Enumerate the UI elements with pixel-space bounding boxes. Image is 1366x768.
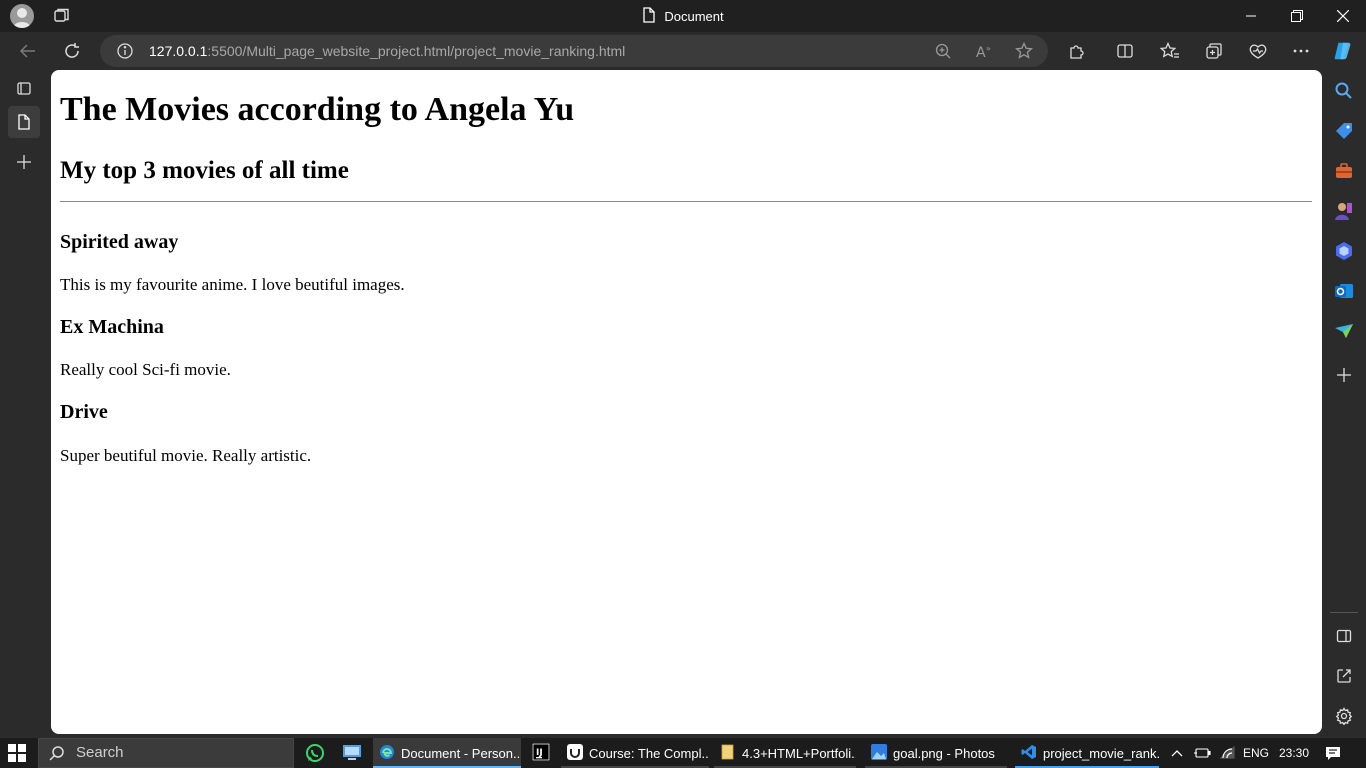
open-external-icon[interactable] <box>1332 664 1356 688</box>
movie-title: Spirited away <box>60 231 179 253</box>
movie-description: Really cool Sci-fi movie. <box>60 360 231 379</box>
taskbar-item-intellij[interactable]: IJ <box>528 738 554 768</box>
edge-icon <box>379 744 395 763</box>
vscode-icon <box>1021 744 1037 763</box>
collections-icon[interactable] <box>1203 40 1225 62</box>
split-screen-icon[interactable] <box>1114 40 1136 62</box>
edge-sidebar <box>1322 70 1366 738</box>
windows-start-icon[interactable] <box>8 744 26 762</box>
show-hidden-icons-chevron-icon[interactable] <box>1171 738 1183 768</box>
movie-title: Drive <box>60 401 108 423</box>
web-page-content: The Movies according to Angela Yu My top… <box>51 70 1322 734</box>
battery-icon[interactable] <box>1193 738 1211 768</box>
udemy-icon <box>567 743 583 763</box>
address-bar-row: 127.0.0.1:5500/Multi_page_website_projec… <box>0 32 1366 70</box>
close-button[interactable] <box>1320 0 1366 32</box>
taskbar-item-udemy[interactable]: Course: The Compl... <box>561 738 709 768</box>
movie-title: Ex Machina <box>60 316 164 338</box>
add-sidebar-app-icon[interactable] <box>1332 363 1356 387</box>
window-title: Document <box>664 8 724 24</box>
site-info-icon[interactable] <box>116 42 134 64</box>
clock-time[interactable]: 23:30 <box>1279 738 1309 768</box>
taskbar-item-vscode[interactable]: project_movie_rank... <box>1015 738 1159 768</box>
intellij-icon: IJ <box>532 742 550 764</box>
notifications-icon[interactable] <box>1325 738 1341 768</box>
language-indicator[interactable]: ENG <box>1243 738 1269 768</box>
read-aloud-icon[interactable]: A» <box>974 41 994 61</box>
restore-button[interactable] <box>1274 0 1320 32</box>
url-host: 127.0.0.1 <box>149 43 208 59</box>
whatsapp-icon[interactable] <box>305 738 325 768</box>
url-bar[interactable]: 127.0.0.1:5500/Multi_page_website_projec… <box>100 35 1048 67</box>
wifi-icon[interactable] <box>1220 738 1236 768</box>
tools-icon[interactable] <box>1332 159 1356 183</box>
games-icon[interactable] <box>1332 199 1356 223</box>
copilot-icon[interactable] <box>1332 40 1354 62</box>
zoom-icon[interactable] <box>933 41 953 61</box>
url-path: :5500/Multi_page_website_project.html/pr… <box>207 43 626 59</box>
taskbar: Search Document - Person... IJ Course: T… <box>0 738 1366 768</box>
copilot-sidebar-icon[interactable] <box>1332 239 1356 263</box>
vertical-tabs-sidebar <box>0 70 48 738</box>
title-bar: Document <box>0 0 1366 32</box>
taskbar-item-folder[interactable]: 4.3+HTML+Portfoli... <box>714 738 856 768</box>
svg-text:»: » <box>986 44 991 53</box>
divider <box>60 201 1312 202</box>
movie-description: This is my favourite anime. I love beuti… <box>60 275 405 294</box>
search-icon <box>49 745 65 766</box>
favorites-icon[interactable] <box>1159 40 1181 62</box>
tab-document[interactable] <box>8 106 40 138</box>
shopping-tag-icon[interactable] <box>1332 119 1356 143</box>
hide-sidebar-icon[interactable] <box>1332 624 1356 648</box>
page-subtitle: My top 3 movies of all time <box>60 157 349 184</box>
more-options-icon[interactable] <box>1290 40 1312 62</box>
refresh-button[interactable] <box>57 36 87 66</box>
photos-icon <box>871 743 887 763</box>
settings-gear-icon[interactable] <box>1332 704 1356 728</box>
taskbar-item-edge[interactable]: Document - Person... <box>373 738 521 768</box>
page-title: The Movies according to Angela Yu <box>60 91 575 128</box>
taskbar-item-label: 4.3+HTML+Portfoli... <box>742 745 856 761</box>
svg-text:IJ: IJ <box>536 748 543 758</box>
remote-desktop-icon[interactable] <box>342 738 362 768</box>
taskbar-item-label: Course: The Compl... <box>589 745 709 761</box>
tab-actions-icon[interactable] <box>8 72 40 104</box>
outlook-icon[interactable] <box>1332 279 1356 303</box>
new-tab-icon[interactable] <box>8 146 40 178</box>
minimize-button[interactable] <box>1228 0 1274 32</box>
favorite-star-icon[interactable] <box>1014 41 1034 61</box>
document-icon <box>642 6 656 26</box>
taskbar-item-label: Document - Person... <box>401 745 521 761</box>
svg-text:A: A <box>976 45 986 60</box>
url-text[interactable]: 127.0.0.1:5500/Multi_page_website_projec… <box>149 35 625 67</box>
performance-icon[interactable] <box>1247 40 1269 62</box>
taskbar-item-label: project_movie_rank... <box>1043 745 1159 761</box>
search-label: Search <box>76 744 124 761</box>
drop-icon[interactable] <box>1332 319 1356 343</box>
taskbar-item-photos[interactable]: goal.png - Photos <box>865 738 1007 768</box>
movie-description: Super beutiful movie. Really artistic. <box>60 446 312 465</box>
taskbar-item-label: goal.png - Photos <box>893 745 995 761</box>
sidebar-divider <box>1330 612 1358 613</box>
search-icon[interactable] <box>1332 79 1356 103</box>
back-button[interactable] <box>13 36 43 66</box>
folder-icon <box>720 744 736 763</box>
extensions-icon[interactable] <box>1066 40 1088 62</box>
taskbar-search-box[interactable]: Search <box>38 738 294 768</box>
